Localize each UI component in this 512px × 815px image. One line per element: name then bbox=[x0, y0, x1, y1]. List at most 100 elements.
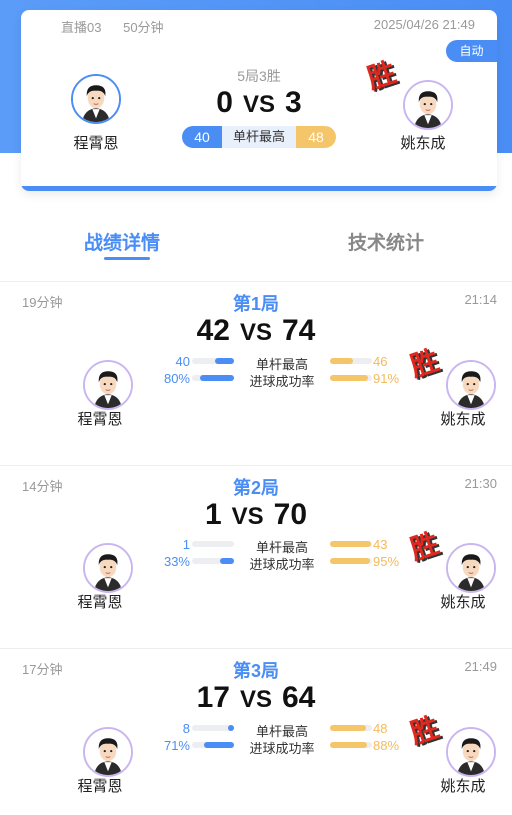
bar-fill bbox=[330, 742, 367, 748]
left-player-name: 程霄恩 bbox=[73, 135, 119, 152]
left-player-name: 程霄恩 bbox=[77, 411, 123, 428]
bar-fill bbox=[204, 742, 234, 748]
highest-break-label: 单杆最高 bbox=[222, 126, 296, 148]
left-highest-value: 1 bbox=[182, 537, 190, 552]
right-pot-value: 91% bbox=[373, 371, 400, 386]
right-highest-value: 46 bbox=[373, 354, 388, 369]
player-portrait-icon bbox=[448, 545, 494, 591]
player-portrait-icon bbox=[85, 362, 131, 408]
player-portrait-icon bbox=[73, 76, 119, 122]
vs-label: VS bbox=[242, 91, 275, 118]
player-portrait-icon bbox=[448, 729, 494, 775]
right-player-name: 姚东成 bbox=[440, 594, 486, 611]
bar-fill bbox=[200, 375, 234, 381]
player-portrait-icon bbox=[85, 729, 131, 775]
tab-bar: 战绩详情 技术统计 bbox=[0, 228, 512, 268]
left-round-score: 42 bbox=[196, 314, 230, 347]
right-player-avatar[interactable] bbox=[403, 80, 453, 130]
right-pot-bar bbox=[330, 375, 372, 381]
right-player-avatar[interactable] bbox=[446, 360, 496, 410]
left-round-score: 17 bbox=[196, 681, 230, 714]
right-highest-break: 48 bbox=[296, 126, 336, 148]
active-tab-indicator bbox=[104, 257, 150, 260]
vs-label: VS bbox=[239, 686, 272, 713]
vs-label: VS bbox=[231, 503, 264, 530]
bar-fill bbox=[214, 358, 234, 364]
left-highest-bar bbox=[192, 725, 234, 731]
left-player-avatar[interactable] bbox=[83, 543, 133, 593]
left-pot-value: 71% bbox=[163, 738, 190, 753]
left-player-avatar[interactable] bbox=[83, 727, 133, 777]
left-pot-value: 80% bbox=[163, 371, 190, 386]
left-player-name: 程霄恩 bbox=[77, 778, 123, 795]
right-player-name: 姚东成 bbox=[440, 778, 486, 795]
left-round-score: 1 bbox=[204, 498, 222, 531]
round-time: 21:30 bbox=[464, 476, 497, 491]
right-highest-value: 43 bbox=[373, 537, 388, 552]
player-portrait-icon bbox=[405, 82, 451, 128]
right-highest-bar bbox=[330, 725, 372, 731]
card-accent-line bbox=[21, 186, 497, 191]
round-card[interactable]: 19分钟 第1局 21:14 42 VS 74 40 单杆最高 46 80% 进球成… bbox=[0, 282, 512, 462]
left-pot-bar bbox=[192, 558, 234, 564]
right-player-avatar[interactable] bbox=[446, 543, 496, 593]
round-score: 17 VS 64 bbox=[0, 681, 512, 715]
bar-fill bbox=[330, 725, 367, 731]
left-highest-value: 40 bbox=[175, 354, 190, 369]
right-match-score: 3 bbox=[285, 86, 302, 119]
pot-success-label: 进球成功率 bbox=[249, 374, 315, 389]
bar-fill bbox=[330, 375, 369, 381]
left-player-avatar[interactable] bbox=[71, 74, 121, 124]
round-title: 第3局 bbox=[232, 661, 279, 681]
vs-label: VS bbox=[239, 319, 272, 346]
player-portrait-icon bbox=[448, 362, 494, 408]
round-title: 第2局 bbox=[232, 478, 279, 498]
pot-success-label: 进球成功率 bbox=[249, 557, 315, 572]
right-pot-value: 88% bbox=[373, 738, 400, 753]
left-player-name: 程霄恩 bbox=[77, 594, 123, 611]
right-round-score: 70 bbox=[273, 498, 308, 531]
left-highest-break: 40 bbox=[182, 126, 222, 148]
round-time: 21:14 bbox=[464, 292, 497, 307]
pot-success-label: 进球成功率 bbox=[249, 741, 315, 756]
bar-fill bbox=[330, 541, 372, 547]
match-duration: 50分钟 bbox=[123, 20, 164, 35]
left-pot-bar bbox=[192, 375, 234, 381]
right-pot-value: 95% bbox=[373, 554, 400, 569]
right-round-score: 74 bbox=[282, 314, 316, 347]
right-player-name: 姚东成 bbox=[400, 135, 446, 152]
bar-fill bbox=[330, 558, 370, 564]
left-highest-bar bbox=[192, 358, 234, 364]
right-pot-bar bbox=[330, 742, 372, 748]
tab-tech-stats[interactable]: 技术统计 bbox=[348, 228, 424, 255]
round-title: 第1局 bbox=[232, 294, 279, 314]
bar-fill bbox=[330, 358, 353, 364]
left-highest-bar bbox=[192, 541, 234, 547]
round-score: 1 VS 70 bbox=[0, 498, 512, 532]
right-player-avatar[interactable] bbox=[446, 727, 496, 777]
tab-match-details[interactable]: 战绩详情 bbox=[84, 228, 160, 255]
round-card[interactable]: 17分钟 第3局 21:49 17 VS 64 8 单杆最高 48 71% 进球成功… bbox=[0, 649, 512, 815]
right-round-score: 64 bbox=[282, 681, 316, 714]
highest-break-bar: 40 单杆最高 48 bbox=[182, 126, 336, 148]
round-time: 21:49 bbox=[464, 659, 497, 674]
room-name: 直播03 bbox=[61, 20, 102, 35]
right-highest-bar bbox=[330, 541, 372, 547]
right-highest-bar bbox=[330, 358, 372, 364]
left-match-score: 0 bbox=[216, 86, 233, 119]
match-datetime: 2025/04/26 21:49 bbox=[373, 17, 475, 32]
right-pot-bar bbox=[330, 558, 372, 564]
bar-fill bbox=[220, 558, 234, 564]
left-pot-bar bbox=[192, 742, 234, 748]
match-summary-card: 直播03 50分钟 2025/04/26 21:49 自动 5局3胜 0 VS 3 … bbox=[21, 10, 497, 191]
right-player-name: 姚东成 bbox=[440, 411, 486, 428]
left-pot-value: 33% bbox=[163, 554, 190, 569]
left-player-avatar[interactable] bbox=[83, 360, 133, 410]
right-highest-value: 48 bbox=[373, 721, 388, 736]
auto-badge[interactable]: 自动 bbox=[446, 40, 497, 62]
round-score: 42 VS 74 bbox=[0, 314, 512, 348]
player-portrait-icon bbox=[85, 545, 131, 591]
left-highest-value: 8 bbox=[182, 721, 190, 736]
match-meta: 直播03 50分钟 bbox=[61, 17, 182, 36]
round-card[interactable]: 14分钟 第2局 21:30 1 VS 70 1 单杆最高 43 33% 进球成功率… bbox=[0, 466, 512, 646]
